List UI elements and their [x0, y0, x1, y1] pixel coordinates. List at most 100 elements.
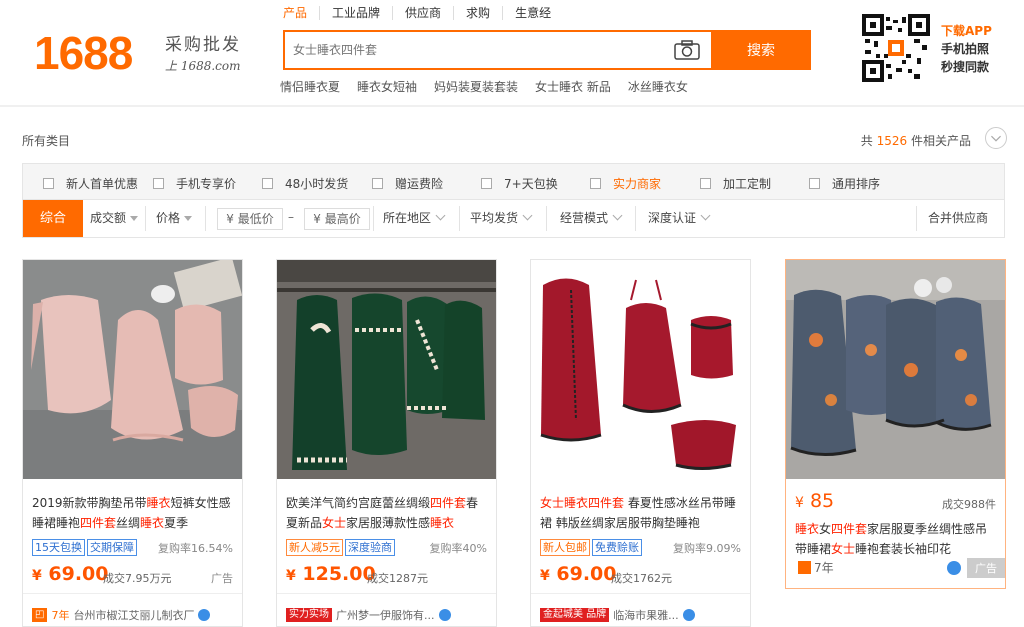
- chevron-down-icon[interactable]: [985, 127, 1007, 149]
- power-merchant-badge: 实力实场: [286, 608, 332, 622]
- checkbox[interactable]: [590, 178, 601, 189]
- supplier-name[interactable]: 临海市果雅...: [613, 607, 679, 623]
- filter-general-sort[interactable]: 通用排序: [809, 175, 880, 192]
- price-value: 85: [809, 490, 835, 512]
- product-title[interactable]: 女士睡衣四件套 春夏性感冰丝吊带睡裙 韩版丝绸家居服带胸垫睡袍: [540, 493, 744, 533]
- dropdown-region[interactable]: 所在地区: [383, 200, 446, 237]
- product-image[interactable]: [531, 260, 750, 479]
- price-value: 125.00: [302, 563, 376, 585]
- filter-custom-processing[interactable]: 加工定制: [700, 175, 771, 192]
- service-tags: 15天包换 交期保障: [32, 539, 137, 556]
- camera-icon[interactable]: [674, 40, 700, 60]
- hot-word-link[interactable]: 冰丝睡衣女: [628, 78, 688, 95]
- sort-comprehensive[interactable]: 综合: [23, 200, 83, 237]
- breadcrumb[interactable]: 所有类目: [22, 132, 70, 149]
- dropdown-label: 深度认证: [648, 211, 697, 225]
- filter-mobile-price[interactable]: 手机专享价: [153, 175, 236, 192]
- product-card[interactable]: 女士睡衣四件套 春夏性感冰丝吊带睡裙 韩版丝绸家居服带胸垫睡袍 新人包邮 免费赊…: [530, 259, 751, 627]
- search-input[interactable]: [285, 32, 705, 68]
- filter-power-merchant[interactable]: 实力商家: [590, 175, 661, 192]
- supplier-info[interactable]: 实力实场 广州梦一伊服饰有...: [286, 607, 491, 623]
- repurchase-rate: 复购率16.54%: [158, 542, 233, 555]
- checkbox[interactable]: [809, 178, 820, 189]
- filter-48h-ship[interactable]: 48小时发货: [262, 175, 348, 192]
- price-value: 69.00: [48, 563, 109, 585]
- product-card[interactable]: 欧美洋气简约宫庭蕾丝绸缎四件套春夏新品女士家居服薄款性感睡衣 新人减5元 深度验…: [276, 259, 497, 627]
- currency-symbol: ¥: [286, 568, 296, 584]
- checkbox[interactable]: [481, 178, 492, 189]
- tab-product[interactable]: 产品: [283, 6, 319, 20]
- hot-word-link[interactable]: 睡衣女短袖: [357, 78, 417, 95]
- checkbox[interactable]: [153, 178, 164, 189]
- caret-down-icon: [130, 216, 139, 221]
- product-price: ¥ 125.00: [286, 563, 376, 585]
- tab-business-tips[interactable]: 生意经: [502, 6, 563, 20]
- product-title[interactable]: 2019新款带胸垫吊带睡衣短裤女性感睡裙睡袍四件套丝绸睡衣夏季: [32, 493, 236, 533]
- filter-label: 赠运费险: [395, 177, 444, 191]
- ad-label: 广告: [967, 558, 1005, 578]
- promo-tag: 新人减5元: [286, 539, 343, 556]
- title-keyword: 女士: [831, 542, 856, 556]
- service-tags: 新人减5元 深度验商: [286, 539, 395, 556]
- deal-volume: 成交988件: [942, 498, 996, 511]
- price-max-input[interactable]: ¥ 最高价: [304, 208, 370, 230]
- chat-icon[interactable]: [198, 609, 211, 621]
- product-title[interactable]: 睡衣女四件套家居服夏季丝绸性感吊带睡裙女士睡袍套装长袖印花: [795, 519, 999, 559]
- chevron-down-icon: [700, 210, 711, 221]
- chat-icon[interactable]: [682, 609, 695, 621]
- download-app-link[interactable]: 下载APP: [941, 22, 992, 40]
- filter-label: 通用排序: [832, 177, 881, 191]
- chat-icon[interactable]: [947, 561, 961, 575]
- title-segment: 夏季: [164, 516, 189, 530]
- supplier-info[interactable]: ◰ 7年 台州市椒江艾丽儿制衣厂: [32, 607, 237, 623]
- dropdown-avg-ship[interactable]: 平均发货: [470, 200, 533, 237]
- chevron-down-icon: [435, 210, 446, 221]
- checkbox[interactable]: [372, 178, 383, 189]
- ad-product-card[interactable]: ¥ 85 成交988件 睡衣女四件套家居服夏季丝绸性感吊带睡裙女士睡袍套装长袖印…: [785, 259, 1006, 589]
- app-promo[interactable]: 下载APP 手机拍照 秒搜同款: [941, 22, 992, 76]
- product-image[interactable]: [277, 260, 496, 479]
- filter-new-user-discount[interactable]: 新人首单优惠: [43, 175, 138, 192]
- site-header: 1688 采购批发 上 1688.com 产品 工业品牌 供应商 求购 生意经 …: [0, 0, 1024, 107]
- divider: [23, 593, 242, 594]
- supplier-info[interactable]: 金起城美 品牌 临海市果雅...: [540, 607, 745, 623]
- search-tabs: 产品 工业品牌 供应商 求购 生意经: [283, 6, 563, 20]
- slogan-line2: 上 1688.com: [165, 59, 241, 73]
- filter-bar: 新人首单优惠 手机专享价 48小时发货 赠运费险 7+天包换 实力商家 加工定制…: [22, 163, 1005, 200]
- divider: [916, 206, 917, 231]
- deal-volume: 成交7.95万元: [103, 572, 172, 585]
- filter-7day-exchange[interactable]: 7+天包换: [481, 175, 558, 192]
- service-tags: 新人包邮 免费赊账: [540, 539, 642, 556]
- dropdown-certification[interactable]: 深度认证: [648, 200, 711, 237]
- sort-by-volume[interactable]: 成交额: [90, 200, 139, 237]
- checkbox[interactable]: [262, 178, 273, 189]
- dropdown-business-model[interactable]: 经营模式: [560, 200, 623, 237]
- product-card[interactable]: 2019新款带胸垫吊带睡衣短裤女性感睡裙睡袍四件套丝绸睡衣夏季 15天包换 交期…: [22, 259, 243, 627]
- tab-buying-request[interactable]: 求购: [453, 6, 502, 20]
- sort-by-price[interactable]: 价格: [156, 200, 193, 237]
- tab-supplier[interactable]: 供应商: [392, 6, 453, 20]
- checkbox[interactable]: [43, 178, 54, 189]
- filter-label: 7+天包换: [504, 177, 558, 191]
- price-min-input[interactable]: ¥ 最低价: [217, 208, 283, 230]
- product-title[interactable]: 欧美洋气简约宫庭蕾丝绸缎四件套春夏新品女士家居服薄款性感睡衣: [286, 493, 490, 533]
- merge-suppliers-toggle[interactable]: 合并供应商: [928, 200, 988, 237]
- logo[interactable]: 1688: [34, 26, 133, 80]
- title-keyword: 四件套: [831, 522, 868, 536]
- search-button[interactable]: 搜索: [711, 30, 811, 70]
- chat-icon[interactable]: [438, 609, 451, 621]
- product-image[interactable]: [786, 260, 1005, 479]
- product-image[interactable]: [23, 260, 242, 479]
- title-keyword: 睡衣: [146, 496, 171, 510]
- tab-industrial-brand[interactable]: 工业品牌: [319, 6, 392, 20]
- filter-freight-insurance[interactable]: 赠运费险: [372, 175, 443, 192]
- app-promo-line: 秒搜同款: [941, 60, 990, 74]
- hot-word-link[interactable]: 妈妈装夏装套装: [434, 78, 518, 95]
- checkbox[interactable]: [700, 178, 711, 189]
- supplier-name[interactable]: 台州市椒江艾丽儿制衣厂: [73, 607, 194, 623]
- hot-word-link[interactable]: 情侣睡衣夏: [280, 78, 340, 95]
- service-tag: 交期保障: [87, 539, 137, 556]
- result-count-number: 1526: [876, 134, 908, 148]
- hot-word-link[interactable]: 女士睡衣 新品: [535, 78, 611, 95]
- supplier-name[interactable]: 广州梦一伊服饰有...: [336, 607, 435, 623]
